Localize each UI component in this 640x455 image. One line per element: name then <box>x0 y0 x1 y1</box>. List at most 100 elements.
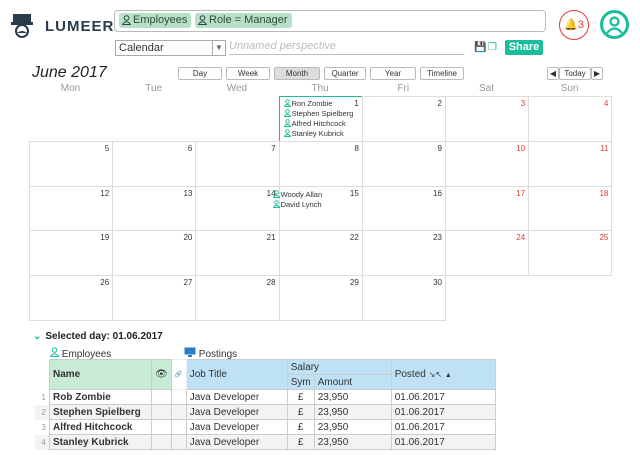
eye-icon[interactable]: 👁 <box>151 359 172 390</box>
day-cell[interactable]: 27 <box>112 275 197 321</box>
selected-day-header[interactable]: ⌄ Selected day: 01.06.2017 <box>33 331 163 342</box>
row-number[interactable]: 1 <box>35 390 50 405</box>
day-cell[interactable]: 7 <box>195 140 280 187</box>
cell-posted[interactable]: 01.06.2017 <box>390 434 496 450</box>
day-cell[interactable]: 2 <box>361 96 446 142</box>
table-row[interactable]: 1 Rob Zombie Java Developer £23,950 01.06.20… <box>35 389 496 405</box>
day-cell[interactable]: 10 <box>445 140 530 187</box>
day-cell[interactable]: 11 <box>528 140 613 187</box>
view-quarter-button[interactable]: Quarter <box>324 67 366 80</box>
calendar-event[interactable]: Stephen Spielberg <box>283 109 353 118</box>
event-title: Woody Allan <box>280 189 323 199</box>
view-day-button[interactable]: Day <box>178 67 222 80</box>
calendar-event[interactable]: Woody Allan <box>272 189 323 199</box>
day-cell[interactable]: 26 <box>29 275 114 321</box>
query-chip-role[interactable]: Role = Manager <box>195 13 292 28</box>
cell-job-title[interactable]: Java Developer <box>185 404 288 420</box>
calendar-event[interactable]: David Lynch <box>272 200 322 209</box>
view-week-button[interactable]: Week <box>226 67 270 80</box>
calendar-event[interactable]: Stanley Kubrick <box>283 129 344 138</box>
cell-sym[interactable]: £ <box>286 419 315 435</box>
copy-icon[interactable]: ❐ <box>488 42 497 53</box>
day-number: 22 <box>349 233 359 243</box>
table-row[interactable]: 2 Stephen Spielberg Java Developer £23,950 0… <box>35 404 496 420</box>
cell-posted[interactable]: 01.06.2017 <box>390 419 496 435</box>
user-avatar-icon <box>606 16 623 34</box>
day-cell[interactable]: 8 <box>278 140 363 187</box>
day-cell[interactable]: 4 <box>528 96 613 142</box>
cell-name[interactable]: Stephen Spielberg <box>49 404 152 420</box>
search-bar[interactable]: Employees Role = Manager <box>114 10 546 32</box>
table-row[interactable]: 4 Stanley Kubrick Java Developer £23,950 01.… <box>35 434 496 450</box>
cell-job-title[interactable]: Java Developer <box>185 419 288 435</box>
cell-amount[interactable]: 23,950 <box>313 419 392 435</box>
column-header-posted[interactable]: Posted ↘↖ ▲ <box>390 359 496 390</box>
column-header-name[interactable]: Name <box>49 359 152 390</box>
row-number[interactable]: 2 <box>35 405 50 420</box>
day-cell[interactable]: 30 <box>361 275 446 321</box>
save-icon[interactable]: 💾 <box>474 42 486 53</box>
column-header-job-title[interactable]: Job Title <box>185 359 288 390</box>
notifications-button[interactable]: 🔔3 <box>559 10 589 40</box>
table-row[interactable]: 3 Alfred Hitchcock Java Developer £23,950 01… <box>35 419 496 435</box>
view-timeline-button[interactable]: Timeline <box>420 67 464 80</box>
row-number[interactable]: 3 <box>35 420 50 435</box>
view-type-select[interactable]: Calendar ▼ <box>115 40 226 56</box>
today-button[interactable]: Today <box>559 67 591 80</box>
prev-month-button[interactable]: ◀ <box>547 67 559 80</box>
day-cell[interactable]: 16 <box>361 185 446 232</box>
cell-job-title[interactable]: Java Developer <box>185 389 288 405</box>
cell-name[interactable]: Alfred Hitchcock <box>49 419 152 435</box>
view-year-button[interactable]: Year <box>370 67 416 80</box>
day-cell[interactable]: 22 <box>278 230 363 277</box>
share-button[interactable]: Share <box>505 40 543 55</box>
calendar-event[interactable]: Alfred Hitchcock <box>283 119 346 128</box>
calendar-title: June 2017 <box>32 64 107 81</box>
day-cell[interactable]: 13 <box>112 185 197 232</box>
day-cell[interactable]: 9 <box>361 140 446 187</box>
cell-job-title[interactable]: Java Developer <box>185 434 288 450</box>
day-cell[interactable]: 3 <box>445 96 530 142</box>
day-cell[interactable]: 23 <box>361 230 446 277</box>
column-header-salary[interactable]: Salary <box>286 359 392 375</box>
day-cell[interactable]: 28 <box>195 275 280 321</box>
posted-label: Posted <box>394 369 426 380</box>
perspective-name-input[interactable]: Unnamed perspective <box>229 40 464 55</box>
day-cell[interactable]: 17 <box>445 185 530 232</box>
day-cell[interactable]: 5 <box>29 140 114 187</box>
next-month-button[interactable]: ▶ <box>591 67 603 80</box>
compress-icon[interactable]: ↘↖ <box>429 370 442 379</box>
column-header-sym[interactable]: Sym <box>286 374 315 390</box>
cell-sym[interactable]: £ <box>286 389 315 405</box>
day-cell[interactable]: 18 <box>528 185 613 232</box>
day-cell[interactable]: 1 Ron Zombie Stephen Spielberg Alfred Hitch… <box>278 96 363 142</box>
day-cell[interactable]: 19 <box>29 230 114 277</box>
user-avatar[interactable] <box>600 10 629 39</box>
cell-name[interactable]: Stanley Kubrick <box>49 434 152 450</box>
query-chip-employees[interactable]: Employees <box>119 13 192 28</box>
sort-asc-icon[interactable]: ▲ <box>445 372 452 379</box>
cell-sym[interactable]: £ <box>286 404 315 420</box>
day-cell[interactable]: 14 <box>195 185 280 232</box>
day-cell[interactable]: 6 <box>112 140 197 187</box>
cell-amount[interactable]: 23,950 <box>313 434 392 450</box>
column-header-amount[interactable]: Amount <box>313 374 392 390</box>
cell-posted[interactable]: 01.06.2017 <box>390 404 496 420</box>
cell-amount[interactable]: 23,950 <box>313 404 392 420</box>
row-number[interactable]: 4 <box>35 435 50 450</box>
day-cell[interactable]: 25 <box>528 230 613 277</box>
cell-name[interactable]: Rob Zombie <box>49 389 152 405</box>
day-cell[interactable]: 20 <box>112 230 197 277</box>
cell-sym[interactable]: £ <box>286 434 315 450</box>
day-cell[interactable]: 21 <box>195 230 280 277</box>
calendar-event[interactable]: Ron Zombie <box>283 99 332 108</box>
cell-amount[interactable]: 23,950 <box>313 389 392 405</box>
view-month-button[interactable]: Month <box>274 67 320 80</box>
link-icon[interactable]: 🔗 <box>170 359 187 390</box>
day-cell[interactable]: 24 <box>445 230 530 277</box>
day-cell[interactable]: 29 <box>278 275 363 321</box>
day-cell[interactable]: 15 Woody Allan David Lynch <box>272 185 363 232</box>
day-cell[interactable]: 12 <box>29 185 114 232</box>
cell-posted[interactable]: 01.06.2017 <box>390 389 496 405</box>
view-type-value: Calendar <box>119 42 164 54</box>
